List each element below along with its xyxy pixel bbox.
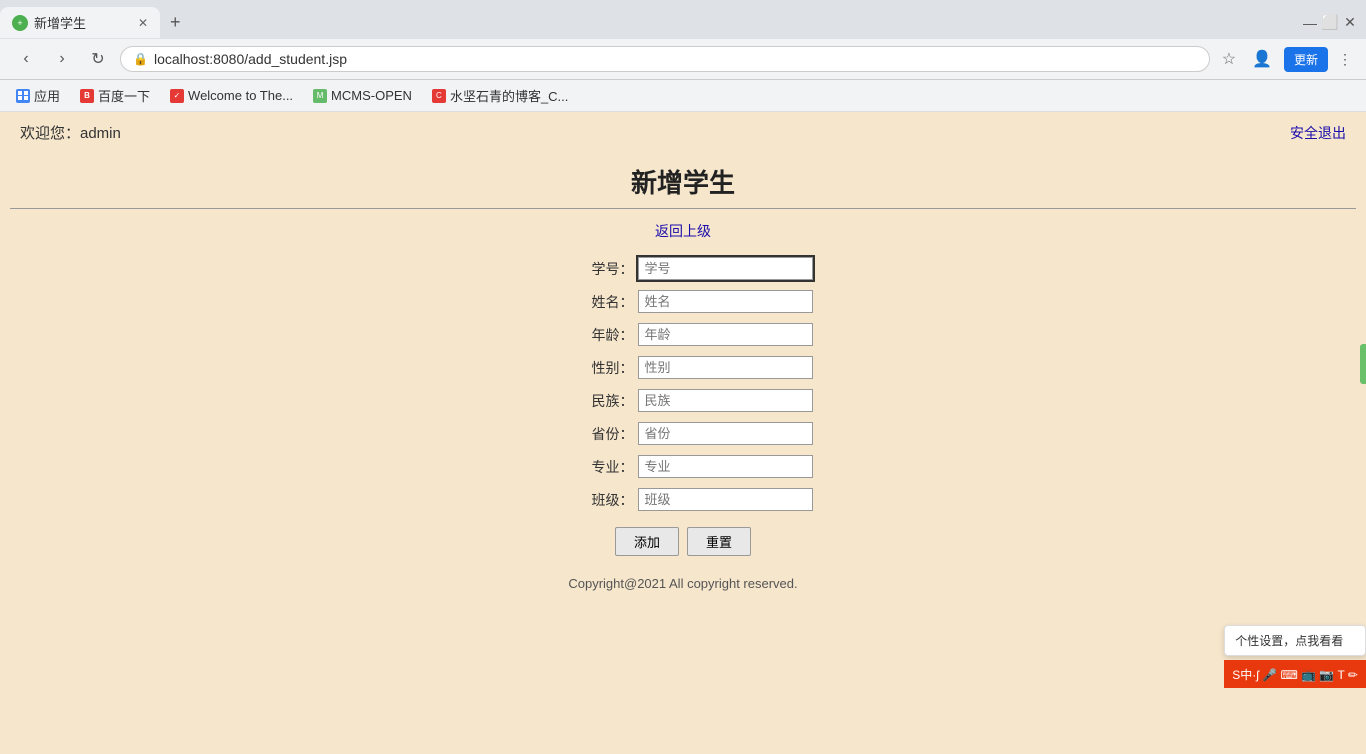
bookmark-mcms-label: MCMS-OPEN: [331, 88, 412, 103]
input-minzu[interactable]: [638, 389, 813, 412]
active-tab[interactable]: + 新增学生 ✕: [0, 7, 160, 38]
label-xuehao: 学号：: [554, 259, 634, 279]
bookmark-apps-label: 应用: [34, 86, 60, 105]
label-zhuanye: 专业：: [554, 457, 634, 477]
field-row-xuehao: 学号：: [554, 257, 813, 280]
logout-link[interactable]: 安全退出: [1290, 123, 1346, 143]
input-banji[interactable]: [638, 488, 813, 511]
label-banji: 班级：: [554, 490, 634, 510]
bookmark-welcome-label: Welcome to The...: [188, 88, 293, 103]
add-button[interactable]: 添加: [615, 527, 679, 556]
field-row-xingbie: 性别：: [554, 356, 813, 379]
back-link[interactable]: 返回上级: [655, 223, 711, 239]
field-row-nianling: 年龄：: [554, 323, 813, 346]
input-shengfen[interactable]: [638, 422, 813, 445]
field-row-xingming: 姓名：: [554, 290, 813, 313]
label-minzu: 民族：: [554, 391, 634, 411]
forward-button[interactable]: ›: [48, 45, 76, 73]
feedback-widget: 个性设置，点我看看 S中·ʃ 🎤 ⌨ 📺 📷 T ✏: [1224, 625, 1366, 688]
field-row-shengfen: 省份：: [554, 422, 813, 445]
minimize-button[interactable]: —: [1302, 15, 1318, 31]
input-xingming[interactable]: [638, 290, 813, 313]
field-row-minzu: 民族：: [554, 389, 813, 412]
back-button[interactable]: ‹: [12, 45, 40, 73]
more-options-button[interactable]: ⋮: [1336, 51, 1354, 68]
feedback-tooltip: 个性设置，点我看看: [1224, 625, 1366, 656]
bookmark-star-icon[interactable]: ☆: [1218, 49, 1240, 69]
tab-close-icon[interactable]: ✕: [138, 16, 148, 30]
address-input-wrap[interactable]: 🔒 localhost:8080/add_student.jsp: [120, 46, 1210, 72]
field-row-zhuanye: 专业：: [554, 455, 813, 478]
bookmarks-bar: 应用 B 百度一下 ✓ Welcome to The... M MCMS-OPE…: [0, 80, 1366, 112]
label-xingbie: 性别：: [554, 358, 634, 378]
footer-text: Copyright@2021 All copyright reserved.: [0, 556, 1366, 601]
bookmark-baidu[interactable]: B 百度一下: [76, 84, 154, 107]
page-title-area: 新增学生: [0, 153, 1366, 208]
maximize-button[interactable]: ⬜: [1322, 15, 1338, 31]
bookmark-baidu-label: 百度一下: [98, 86, 150, 105]
bookmark-mcms[interactable]: M MCMS-OPEN: [309, 86, 416, 105]
tab-title: 新增学生: [34, 13, 132, 32]
label-nianling: 年龄：: [554, 325, 634, 345]
label-xingming: 姓名：: [554, 292, 634, 312]
welcome-text: 欢迎您：admin: [20, 122, 121, 143]
page-title: 新增学生: [0, 163, 1366, 200]
reset-button[interactable]: 重置: [687, 527, 751, 556]
close-window-button[interactable]: ✕: [1342, 15, 1358, 31]
page-header-bar: 欢迎您：admin 安全退出: [0, 112, 1366, 153]
new-tab-button[interactable]: +: [160, 6, 191, 39]
bookmark-apps[interactable]: 应用: [12, 84, 64, 107]
field-row-banji: 班级：: [554, 488, 813, 511]
address-text: localhost:8080/add_student.jsp: [154, 51, 1197, 67]
form-area: 学号： 姓名： 年龄： 性别： 民族： 省份： 专业： 班级：: [0, 253, 1366, 556]
feedback-bar[interactable]: S中·ʃ 🎤 ⌨ 📺 📷 T ✏: [1224, 660, 1366, 688]
scroll-indicator[interactable]: [1360, 344, 1366, 384]
tab-favicon: +: [12, 15, 28, 31]
page-content: 欢迎您：admin 安全退出 新增学生 返回上级 学号： 姓名： 年龄： 性别：…: [0, 112, 1366, 754]
back-link-area: 返回上级: [0, 209, 1366, 253]
update-button[interactable]: 更新: [1284, 47, 1328, 72]
refresh-button[interactable]: ↻: [84, 45, 112, 73]
account-icon[interactable]: 👤: [1248, 49, 1276, 69]
lock-icon: 🔒: [133, 52, 148, 66]
button-row: 添加 重置: [615, 527, 751, 556]
label-shengfen: 省份：: [554, 424, 634, 444]
bookmark-blog-label: 水坚石青的博客_C...: [450, 86, 568, 105]
address-bar-row: ‹ › ↻ 🔒 localhost:8080/add_student.jsp ☆…: [0, 39, 1366, 80]
input-zhuanye[interactable]: [638, 455, 813, 478]
bookmark-welcome[interactable]: ✓ Welcome to The...: [166, 86, 297, 105]
bookmark-blog[interactable]: C 水坚石青的博客_C...: [428, 84, 572, 107]
input-nianling[interactable]: [638, 323, 813, 346]
input-xingbie[interactable]: [638, 356, 813, 379]
input-xuehao[interactable]: [638, 257, 813, 280]
